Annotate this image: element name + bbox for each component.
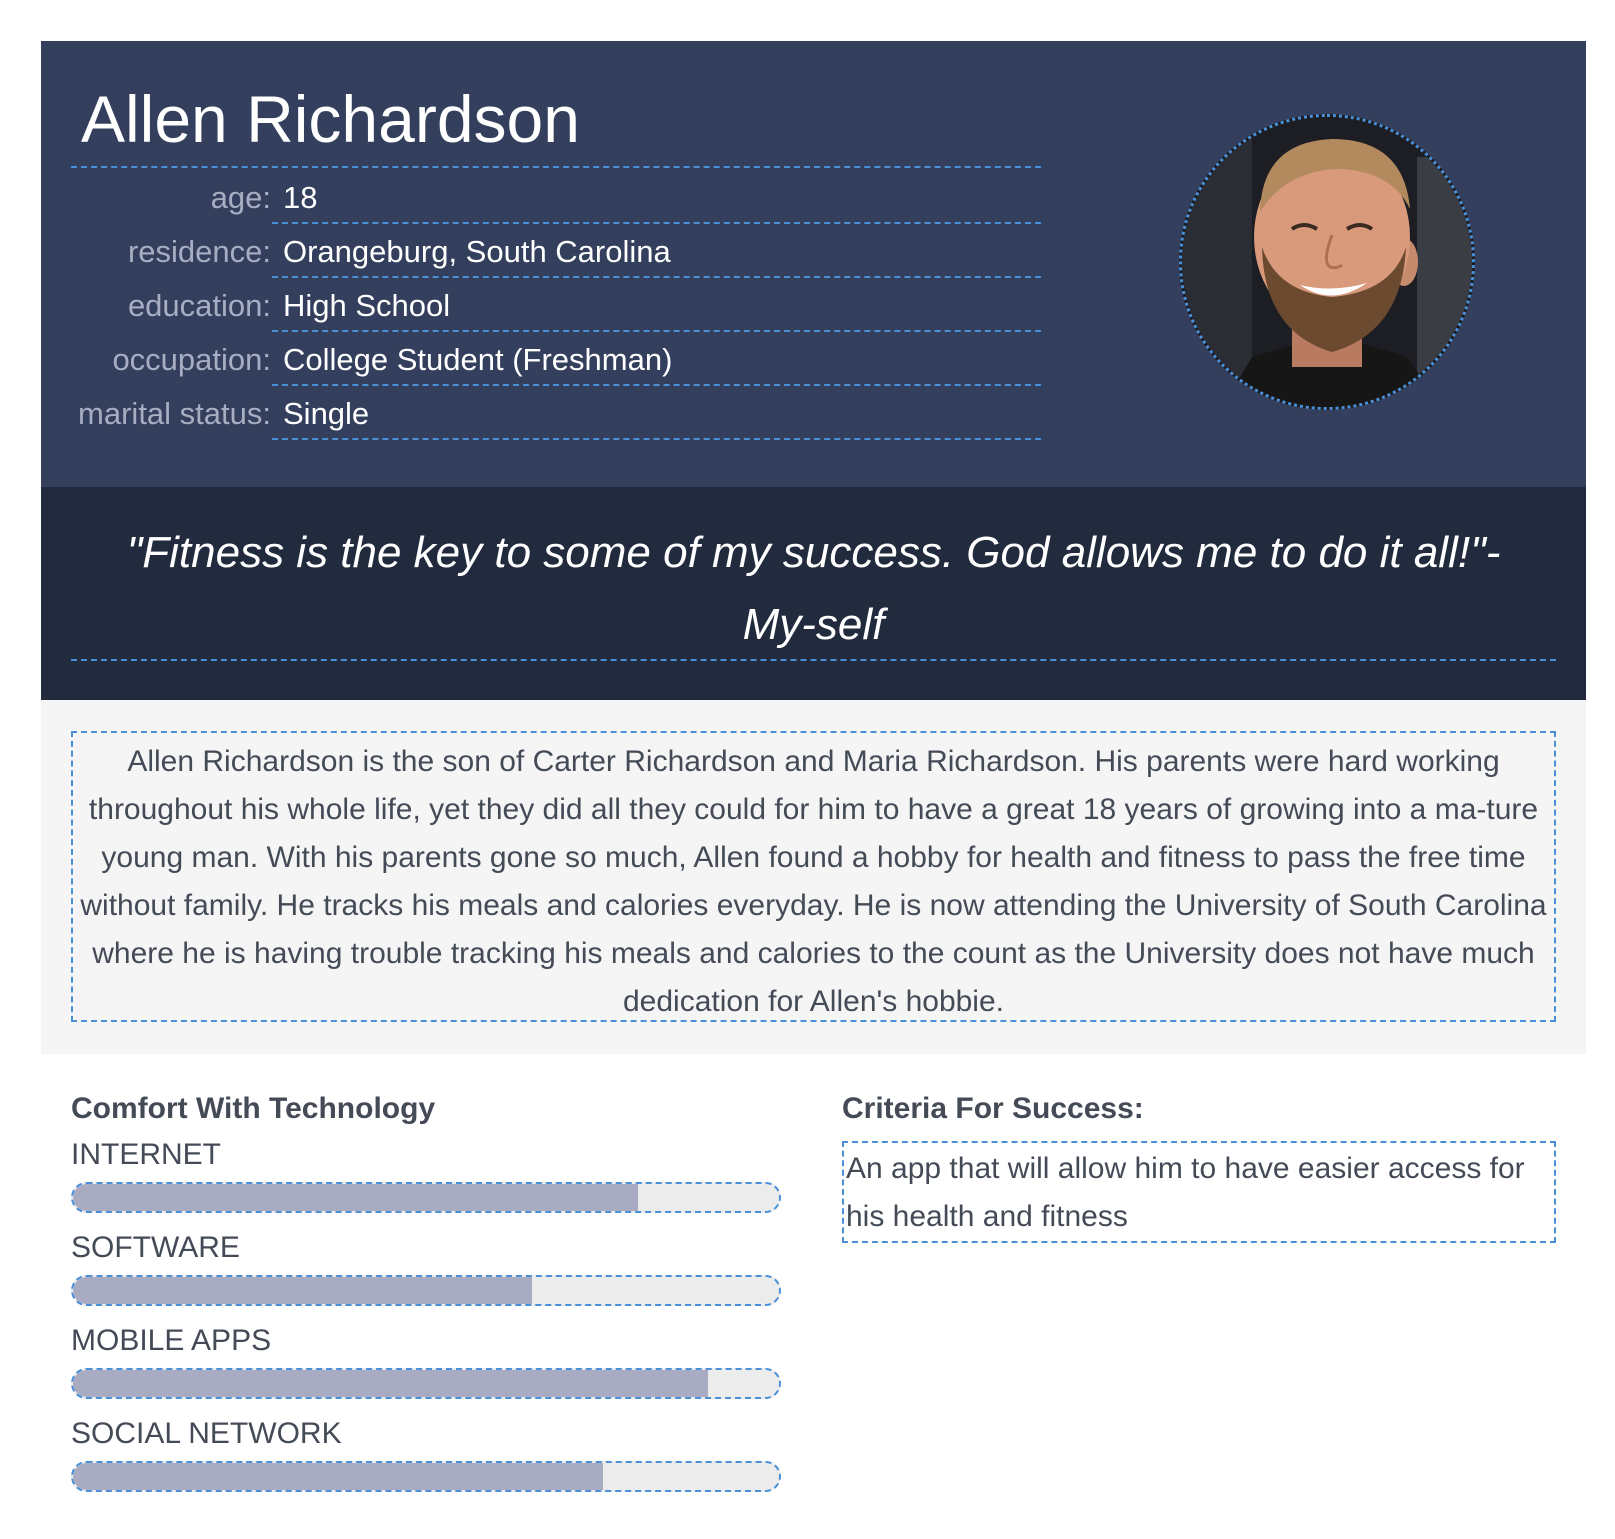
field-occupation: occupation: College Student (Freshman)	[71, 330, 1041, 386]
field-value: College Student (Freshman)	[283, 342, 673, 377]
field-marital-status: marital status: Single	[71, 384, 1041, 440]
field-value: High School	[283, 288, 451, 323]
details-section: Comfort With Technology INTERNET SOFTWAR…	[41, 1054, 1586, 1524]
field-label: marital status:	[78, 396, 271, 431]
comfort-bar	[71, 1275, 781, 1306]
tech-item-internet: INTERNET	[71, 1138, 781, 1218]
persona-name: Allen Richardson	[81, 82, 580, 156]
tech-label: MOBILE APPS	[71, 1324, 272, 1357]
tech-label: INTERNET	[71, 1138, 221, 1171]
field-value-box: Single	[272, 384, 1041, 440]
field-education: education: High School	[71, 276, 1041, 332]
comfort-bar-fill	[73, 1184, 638, 1211]
tech-item-software: SOFTWARE	[71, 1231, 781, 1311]
tech-item-mobile-apps: MOBILE APPS	[71, 1324, 781, 1404]
technology-title: Comfort With Technology	[71, 1092, 436, 1125]
persona-quote: "Fitness is the key to some of my succes…	[126, 528, 1501, 649]
field-value-box: Orangeburg, South Carolina	[272, 222, 1041, 278]
comfort-bar	[71, 1368, 781, 1399]
field-label: education:	[127, 288, 271, 323]
persona-card: Allen Richardson age: 18 residence: Oran…	[41, 41, 1586, 1524]
field-value: 18	[283, 180, 318, 215]
avatar	[1179, 114, 1475, 410]
field-value-box: 18	[272, 168, 1041, 224]
tech-item-social-network: SOCIAL NETWORK	[71, 1417, 781, 1497]
persona-header: Allen Richardson age: 18 residence: Oran…	[41, 41, 1586, 487]
field-label: age:	[210, 180, 271, 215]
field-residence: residence: Orangeburg, South Carolina	[71, 222, 1041, 278]
criteria-title: Criteria For Success:	[842, 1092, 1144, 1125]
field-value: Single	[283, 396, 370, 431]
criteria-text: An app that will allow him to have easie…	[842, 1141, 1556, 1243]
field-value: Orangeburg, South Carolina	[283, 234, 671, 269]
profile-photo-icon	[1182, 117, 1472, 407]
tech-label: SOFTWARE	[71, 1231, 240, 1264]
quote-divider	[71, 659, 1556, 661]
bio-section: Allen Richardson is the son of Carter Ri…	[41, 700, 1586, 1054]
field-label: residence:	[127, 234, 271, 269]
field-value-box: College Student (Freshman)	[272, 330, 1041, 386]
persona-bio: Allen Richardson is the son of Carter Ri…	[71, 731, 1556, 1022]
field-label: occupation:	[112, 342, 271, 377]
comfort-bar-fill	[73, 1277, 532, 1304]
comfort-bar-fill	[73, 1463, 603, 1490]
comfort-bar	[71, 1461, 781, 1492]
field-age: age: 18	[71, 168, 1041, 224]
comfort-bar-fill	[73, 1370, 709, 1397]
quote-band: "Fitness is the key to some of my succes…	[41, 487, 1586, 700]
field-value-box: High School	[272, 276, 1041, 332]
comfort-bar	[71, 1182, 781, 1213]
tech-label: SOCIAL NETWORK	[71, 1417, 342, 1450]
